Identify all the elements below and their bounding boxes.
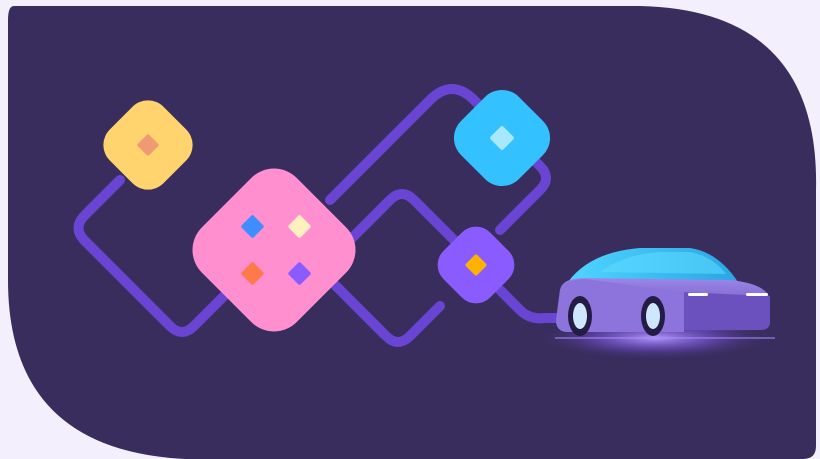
illustration-svg (0, 0, 820, 459)
dark-panel (8, 6, 817, 459)
car-headlight-left (688, 293, 708, 296)
car-wheel-rear (641, 296, 665, 336)
illustration-canvas (0, 0, 820, 459)
car-wheel-front (568, 296, 592, 336)
car-side-panel (680, 292, 770, 330)
car-floor-line (555, 337, 775, 339)
car-headlight-right (746, 293, 768, 296)
